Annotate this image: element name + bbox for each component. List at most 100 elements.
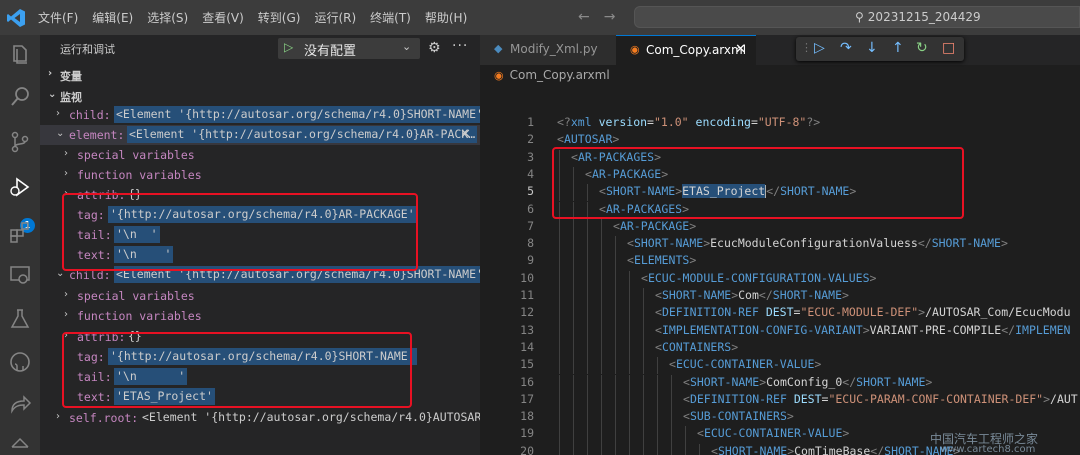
line-text: <ECUC-CONTAINER-VALUE> xyxy=(669,357,822,372)
highlight-box-ar-package xyxy=(62,193,418,271)
menu-view[interactable]: 查看(V) xyxy=(202,9,244,26)
step-out-icon[interactable]: ↑ xyxy=(892,40,904,56)
line-text: <DEFINITION-REF DEST="ECUC-MODULE-DEF">/… xyxy=(655,305,1071,320)
breadcrumb[interactable]: ◉ Com_Copy.arxml xyxy=(494,68,610,82)
search-icon: ⚲ xyxy=(855,10,864,24)
forward-arrow-icon[interactable]: → xyxy=(604,9,630,25)
line-text: <CONTAINERS> xyxy=(655,339,739,354)
watch-name: element: xyxy=(69,128,125,142)
watch-name: function variables xyxy=(77,168,202,182)
menu-run[interactable]: 运行(R) xyxy=(314,9,356,26)
more-actions-icon[interactable]: ··· xyxy=(452,38,468,54)
step-over-icon[interactable]: ↷ xyxy=(840,40,852,56)
watch-name: special variables xyxy=(77,289,195,303)
chevron-right-icon: › xyxy=(56,108,60,119)
code-line: 11 <SHORT-NAME>Com</SHORT-NAME> xyxy=(480,288,1080,306)
sidebar-header: 运行和调试 ▷ 没有配置 ⌄ ⚙ ··· xyxy=(40,35,480,63)
code-line: 14 <CONTAINERS> xyxy=(480,339,1080,358)
line-number: 3 xyxy=(527,149,534,164)
testing-flask-icon[interactable] xyxy=(8,307,32,331)
start-debugging-icon[interactable]: ▷ xyxy=(284,40,293,54)
menu-file[interactable]: 文件(F) xyxy=(38,9,78,26)
watch-row-element[interactable]: ⌄ element: <Element '{http://autosar.org… xyxy=(40,125,480,145)
menu-terminal[interactable]: 终端(T) xyxy=(370,9,411,26)
line-number: 4 xyxy=(527,166,534,181)
line-number: 2 xyxy=(527,132,534,147)
rss-file-icon: ◉ xyxy=(494,69,504,82)
menu-edit[interactable]: 编辑(E) xyxy=(92,9,133,26)
chevron-right-icon: › xyxy=(64,168,68,179)
debug-config-select[interactable]: ▷ 没有配置 ⌄ xyxy=(278,38,420,59)
drag-handle-icon[interactable]: ⋮ xyxy=(801,41,812,54)
highlight-box-code xyxy=(552,147,964,219)
watch-value: <Element '{http://autosar.org/schema/r4.… xyxy=(114,106,480,123)
explorer-icon[interactable] xyxy=(8,43,32,67)
debug-sidebar: 运行和调试 ▷ 没有配置 ⌄ ⚙ ··· › 变量 ⌄ 监视 › child: … xyxy=(40,35,480,455)
line-text: <DEFINITION-REF DEST="ECUC-PARAM-CONF-CO… xyxy=(683,391,1078,406)
line-number: 5 xyxy=(527,184,534,199)
remote-explorer-icon[interactable] xyxy=(8,263,32,287)
github-icon[interactable] xyxy=(8,350,32,374)
watch-row-special-vars[interactable]: › special variables xyxy=(40,286,480,306)
search-icon[interactable] xyxy=(8,85,32,109)
close-icon[interactable]: ✕ xyxy=(735,42,746,57)
run-and-debug-icon[interactable] xyxy=(8,175,32,199)
watch-value: <Element '{http://autosar.org/schema/r4.… xyxy=(127,126,478,143)
step-into-icon[interactable]: ↓ xyxy=(866,40,878,56)
line-number: 13 xyxy=(520,322,534,337)
command-center-search[interactable]: ⚲ 20231215_204429 xyxy=(634,6,1080,28)
line-text: <AR-PACKAGE> xyxy=(613,218,697,233)
chevron-right-icon: › xyxy=(64,148,68,159)
debug-config-label: 没有配置 xyxy=(304,44,357,59)
watch-row-child[interactable]: › child: <Element '{http://autosar.org/s… xyxy=(40,105,480,125)
watch-name: child: xyxy=(69,108,111,122)
tab-label: Modify_Xml.py xyxy=(510,42,598,56)
stop-icon[interactable]: □ xyxy=(942,40,955,56)
line-text: <IMPLEMENTATION-CONFIG-VARIANT>VARIANT-P… xyxy=(655,322,1071,337)
watch-row-function-vars[interactable]: › function variables xyxy=(40,306,480,326)
line-number: 8 xyxy=(527,236,534,251)
line-number: 18 xyxy=(520,409,534,424)
editor-area: ◆ Modify_Xml.py ◉ Com_Copy.arxml ✕ ⋮ ▷ ↷… xyxy=(480,35,1080,455)
chevron-right-icon: › xyxy=(64,309,68,320)
continue-icon[interactable]: ▷ xyxy=(814,40,825,56)
code-line: 17 <DEFINITION-REF DEST="ECUC-PARAM-CONF… xyxy=(480,391,1080,410)
back-arrow-icon[interactable]: ← xyxy=(578,9,604,25)
menu-go[interactable]: 转到(G) xyxy=(258,9,301,26)
gear-icon[interactable]: ⚙ xyxy=(428,40,441,56)
sidebar-title: 运行和调试 xyxy=(60,43,115,56)
line-number: 7 xyxy=(527,218,534,233)
watch-row-self-root[interactable]: › self.root: <Element '{http://autosar.o… xyxy=(40,408,480,428)
tab-modify-xml[interactable]: ◆ Modify_Xml.py xyxy=(480,35,616,65)
code-line: 1 <?xml version="1.0" encoding="UTF-8"?> xyxy=(480,115,1080,132)
line-number: 14 xyxy=(520,339,534,354)
menu-bar: 文件(F) 编辑(E) 选择(S) 查看(V) 转到(G) 运行(R) 终端(T… xyxy=(38,0,481,35)
watch-row-function-vars[interactable]: › function variables xyxy=(40,165,480,185)
extensions-icon[interactable] xyxy=(8,220,32,244)
watch-section-header[interactable]: ⌄ 监视 xyxy=(40,86,480,106)
live-share-icon[interactable] xyxy=(8,393,32,417)
source-control-icon[interactable] xyxy=(8,130,32,154)
line-number: 10 xyxy=(520,270,534,285)
watch-row-special-vars[interactable]: › special variables xyxy=(40,145,480,165)
menu-selection[interactable]: 选择(S) xyxy=(147,9,188,26)
tab-label: Com_Copy.arxml xyxy=(646,43,747,57)
variables-section-label: 变量 xyxy=(60,70,82,83)
variables-section-header[interactable]: › 变量 xyxy=(40,65,480,85)
menu-help[interactable]: 帮助(H) xyxy=(425,9,467,26)
tab-com-copy[interactable]: ◉ Com_Copy.arxml ✕ xyxy=(616,35,756,65)
watermark-url: www.cartech8.com xyxy=(940,444,1036,455)
nav-arrows: ←→ xyxy=(578,9,629,25)
remove-expression-icon[interactable]: ✕ xyxy=(460,127,471,142)
code-line: 8 <SHORT-NAME>EcucModuleConfigurationVal… xyxy=(480,236,1080,254)
code-line: 7 <AR-PACKAGE> xyxy=(480,218,1080,237)
watch-name: special variables xyxy=(77,148,195,162)
chevron-down-icon: ⌄ xyxy=(402,40,412,53)
python-file-icon: ◆ xyxy=(494,42,503,55)
line-number: 17 xyxy=(520,391,534,406)
code-line: 16 <SHORT-NAME>ComConfig_0</SHORT-NAME> xyxy=(480,374,1080,392)
timeline-icon[interactable] xyxy=(8,433,32,455)
highlight-box-short-name xyxy=(62,332,412,408)
restart-icon[interactable]: ↻ xyxy=(916,40,928,56)
breadcrumb-file: Com_Copy.arxml xyxy=(509,68,610,82)
